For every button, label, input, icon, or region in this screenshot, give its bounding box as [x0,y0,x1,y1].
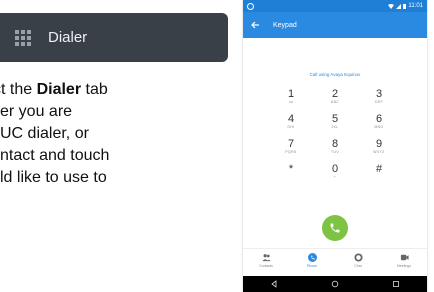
instruction-line-2: er you are [0,103,73,120]
phone-screen: 11:01 Keypad Call using Avaya Equinox 1o… [243,0,427,292]
key-hash[interactable]: # [357,163,401,188]
key-star[interactable]: * [269,163,313,188]
phone-handset-icon [330,223,340,233]
battery-icon [403,3,407,9]
key-4[interactable]: 4 GHI [269,113,313,138]
meetings-icon [400,254,409,261]
instructions-text: ct the Dialer tab er you are UC dialer, … [0,79,236,189]
instruction-line-3: UC dialer, or [0,125,89,142]
app-bar: Keypad [243,12,427,38]
back-triangle-icon[interactable] [270,280,278,288]
instruction-line-4: ntact and touch [0,147,110,164]
wifi-icon [388,3,395,9]
keypad: 1 oo 2 ABC 3 DEF 4 GHI 5 JKL 6 MNO 7 PQRS 8 TUV … [269,88,401,188]
dialer-tab[interactable]: Dialer [0,13,228,62]
status-time: 11:01 [408,3,423,9]
key-1[interactable]: 1 oo [269,88,313,113]
key-2[interactable]: 2 ABC [313,88,357,113]
grid-icon [15,29,31,46]
dialer-tab-label: Dialer [48,29,88,46]
instruction-line-5: ld like to use to [0,169,107,186]
contacts-icon [261,254,271,262]
nav-contacts[interactable]: Contacts [246,249,286,277]
recents-square-icon[interactable] [392,280,400,288]
key-6[interactable]: 6 MNO [357,113,401,138]
bottom-nav: Contacts Phone Chat Meetings [243,248,427,277]
nav-chat[interactable]: Chat [338,249,378,277]
instruction-line-1: ct the Dialer tab [0,81,108,98]
key-8[interactable]: 8 TUV [313,138,357,163]
key-5[interactable]: 5 JKL [313,113,357,138]
dialer-bold: Dialer [36,81,82,98]
app-bar-title: Keypad [273,21,297,29]
signal-icon [396,3,402,9]
back-arrow-icon[interactable] [250,20,260,30]
nav-phone[interactable]: Phone [292,249,332,277]
notification-icon [247,2,254,10]
chat-icon [353,253,363,262]
home-circle-icon[interactable] [331,280,339,288]
key-7[interactable]: 7 PQRS [269,138,313,163]
system-nav-bar [243,276,427,292]
status-bar: 11:01 [243,0,427,12]
key-0[interactable]: 0 + [313,163,357,188]
phone-icon [307,253,317,262]
call-using-link[interactable]: Call using Avaya Equinox [243,72,427,77]
call-button[interactable] [322,215,348,241]
key-9[interactable]: 9 WXYZ [357,138,401,163]
nav-meetings[interactable]: Meetings [384,249,424,277]
key-3[interactable]: 3 DEF [357,88,401,113]
